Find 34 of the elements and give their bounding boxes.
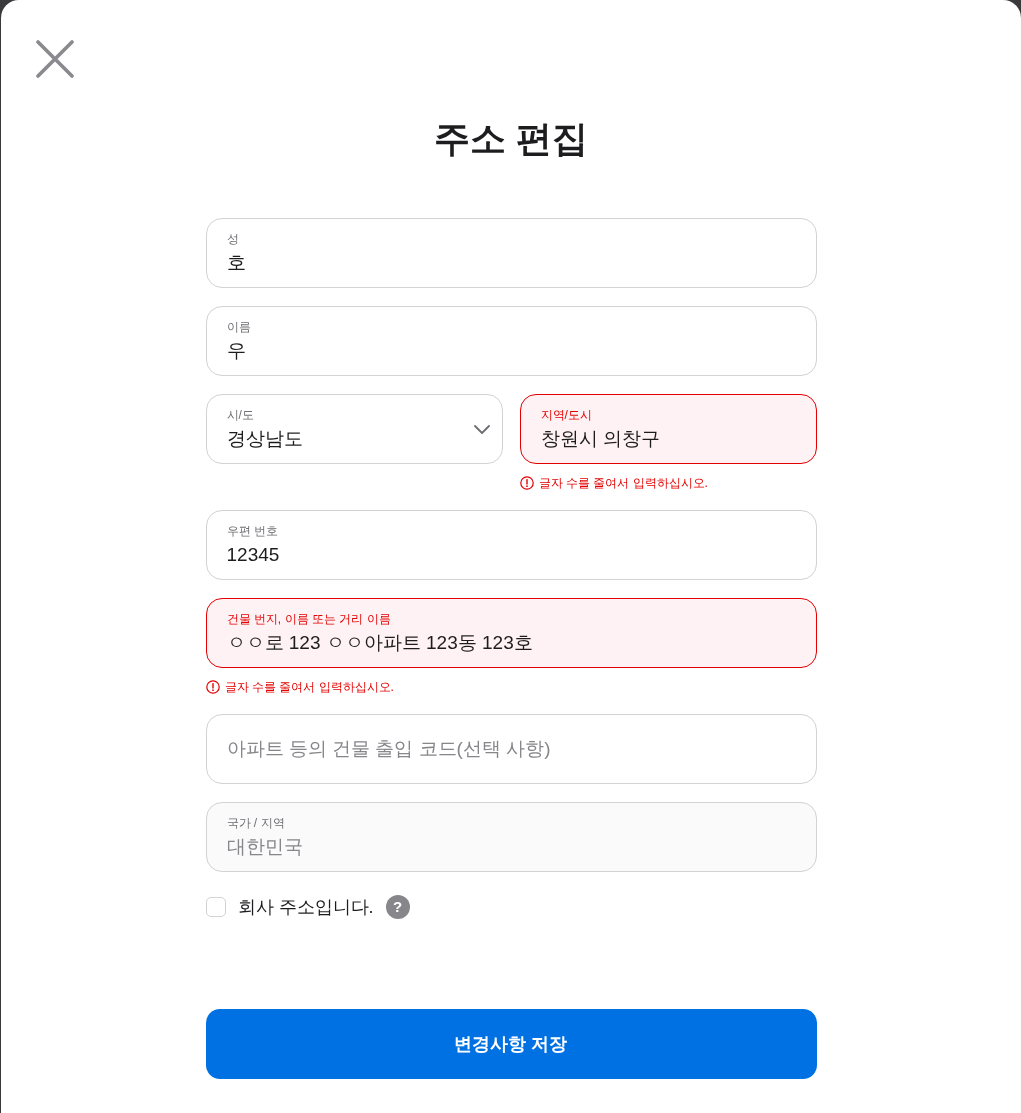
field-value: ㅇㅇ로 123 ㅇㅇ아파트 123동 123호 [226, 631, 533, 655]
field-label: 이름 [226, 319, 251, 335]
field-label: 지역/도시 [540, 407, 592, 423]
dialog-title: 주소 편집 [434, 117, 588, 161]
checkbox-label: 회사 주소입니다. [237, 896, 374, 919]
input-field[interactable]: 성 호 [205, 218, 817, 288]
input-field[interactable]: 지역/도시 창원시 의창구 [519, 394, 817, 464]
field-value: 창원시 의창구 [540, 427, 660, 451]
field-label: 시/도 [226, 407, 254, 423]
input-field[interactable]: 아파트 등의 건물 출입 코드(선택 사항) [205, 714, 817, 784]
field-value: 대한민국 [226, 835, 303, 859]
chevron-down-icon [473, 424, 490, 434]
close-icon [36, 40, 74, 78]
field-placeholder: 아파트 등의 건물 출입 코드(선택 사항) [226, 737, 551, 761]
help-icon[interactable]: ? [385, 895, 410, 919]
input-field[interactable]: 건물 번지, 이름 또는 거리 이름 ㅇㅇ로 123 ㅇㅇ아파트 123동 123호 [205, 598, 817, 668]
field-value: 12345 [226, 543, 280, 567]
field-label: 국가 / 지역 [226, 815, 285, 831]
error-icon [519, 476, 534, 490]
field-value: 호 [226, 251, 246, 275]
dropdown-field[interactable]: 시/도 경상남도 [205, 394, 503, 464]
field-value: 우 [226, 339, 246, 363]
input-field[interactable]: 우편 번호 12345 [205, 510, 817, 580]
field-label: 우편 번호 [226, 523, 278, 539]
field-value: 경상남도 [226, 427, 303, 451]
input-field[interactable]: 이름 우 [205, 306, 817, 376]
error-message: 글자 수를 줄여서 입력하십시오. [538, 475, 708, 492]
checkbox[interactable] [205, 897, 226, 917]
field-label: 건물 번지, 이름 또는 거리 이름 [226, 611, 391, 627]
error-icon [205, 680, 220, 694]
close-button[interactable] [36, 40, 74, 78]
error-message: 글자 수를 줄여서 입력하십시오. [224, 679, 394, 696]
field-label: 성 [226, 231, 239, 247]
save-button[interactable]: 변경사항 저장 [205, 1009, 817, 1079]
